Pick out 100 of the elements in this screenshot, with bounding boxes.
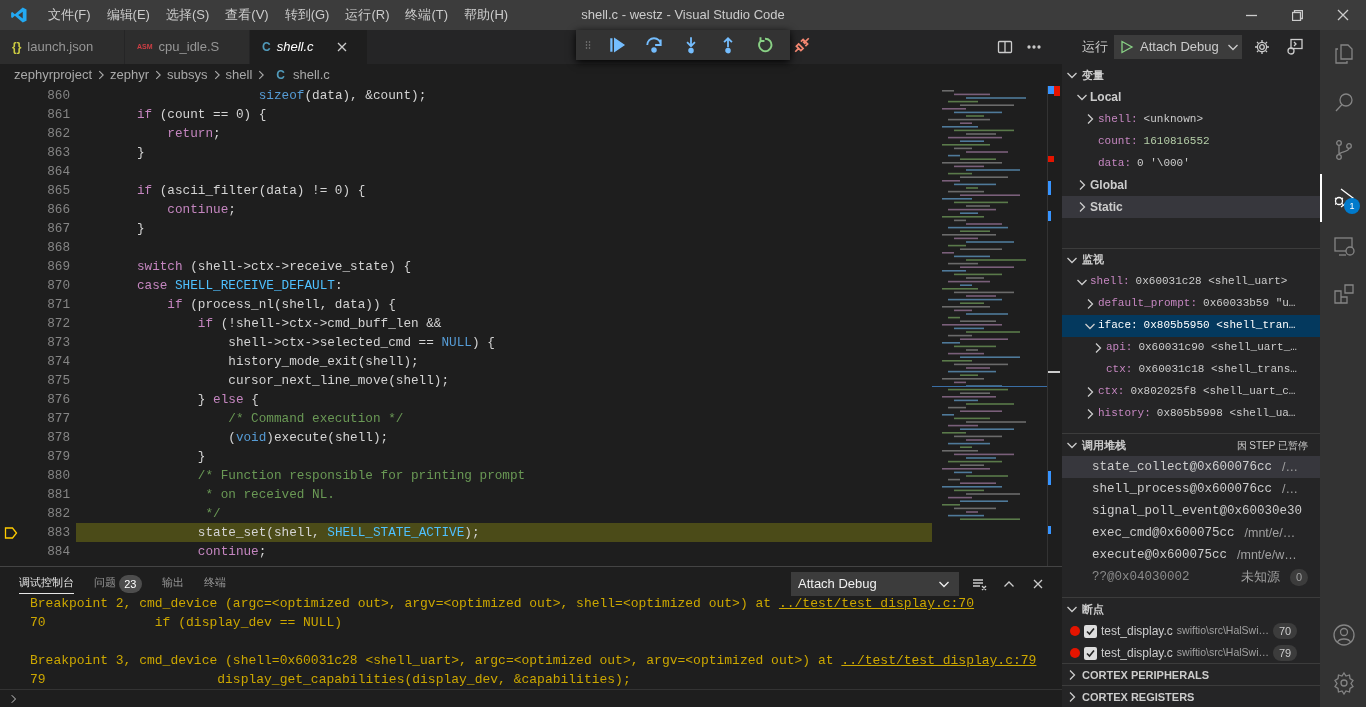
- restart-icon[interactable]: [756, 36, 774, 54]
- breadcrumb-item[interactable]: shell: [225, 65, 253, 85]
- line-badge: 79: [1273, 644, 1298, 662]
- line-number: 880: [46, 467, 70, 485]
- variable-name: ctx:: [1106, 362, 1133, 378]
- editor-tab[interactable]: C shell.c: [250, 30, 368, 64]
- count-badge: 23: [119, 574, 142, 594]
- notification-badge: 1: [1344, 198, 1360, 214]
- variable-value: 0x802025f8 <shell_uart_c…: [1130, 384, 1296, 400]
- editor-tab[interactable]: {} launch.json: [0, 30, 125, 64]
- scope-name: Global: [1090, 176, 1128, 194]
- step-over-icon[interactable]: [645, 36, 663, 54]
- code-line: if (ascii_filter(data) != 0) {: [135, 182, 367, 200]
- section-header[interactable]: CORTEX PERIPHERALS: [1062, 664, 1320, 686]
- section-header[interactable]: 调用堆栈 因 STEP 已暂停: [1062, 434, 1320, 457]
- code-line: history_mode_exit(shell);: [227, 353, 420, 371]
- stack-frame[interactable]: execute@0x600075cc /mnt/e/w…: [1062, 544, 1320, 567]
- frame-source: /…: [1282, 459, 1298, 477]
- menu-item[interactable]: 转到(G): [276, 0, 338, 30]
- remote-explorer-icon[interactable]: [1332, 234, 1356, 258]
- stack-frame[interactable]: state_collect@0x600076cc /…: [1062, 456, 1320, 479]
- checkbox[interactable]: [1084, 646, 1097, 660]
- settings-icon[interactable]: [1254, 38, 1270, 55]
- line-number: 864: [46, 163, 70, 181]
- line-number: 882: [46, 505, 70, 523]
- restore-icon[interactable]: [1291, 9, 1303, 21]
- section-header[interactable]: 监视: [1062, 248, 1320, 271]
- breadcrumb-item[interactable]: shell.c: [292, 65, 330, 85]
- checkbox[interactable]: [1084, 624, 1097, 638]
- file-link[interactable]: ../test/test_display.c:79: [841, 653, 1037, 668]
- window-title: shell.c - westz - Visual Studio Code: [581, 7, 785, 22]
- tab-label: cpu_idle.S: [158, 38, 220, 57]
- menu-item[interactable]: 终端(T): [397, 0, 457, 30]
- scope-name: Static: [1090, 198, 1123, 216]
- menu-item[interactable]: 帮助(H): [456, 0, 517, 30]
- files-icon[interactable]: [1332, 42, 1356, 66]
- line-number: 875: [46, 372, 70, 390]
- frame-source: /mnt/e/w…: [1237, 547, 1297, 565]
- console-dropdown[interactable]: Attach Debug: [791, 572, 959, 596]
- code-line: return;: [166, 125, 222, 143]
- variable-name: count:: [1098, 133, 1138, 149]
- line-number: 874: [46, 353, 70, 371]
- frame-source: 未知源: [1240, 569, 1280, 587]
- console-line: Breakpoint 2, cmd_device (argc=<optimized out>, argv=<optimized out>, shell=<optimized out>) at ../test/test_display.c:70: [30, 595, 975, 613]
- tree-row[interactable]: Static: [1062, 195, 1320, 218]
- breadcrumb-item[interactable]: zephyr: [110, 65, 150, 85]
- debug-config-dropdown[interactable]: Attach Debug: [1114, 34, 1242, 59]
- breadcrumb-item[interactable]: zephyrproject: [14, 65, 93, 85]
- breadcrumb-item[interactable]: subsys: [167, 65, 208, 85]
- line-number: 861: [46, 106, 70, 124]
- pause-status: 因 STEP 已暂停: [1236, 438, 1309, 453]
- section-title: CORTEX REGISTERS: [1082, 689, 1195, 705]
- clear-console-icon[interactable]: [972, 576, 988, 592]
- line-number: 867: [46, 220, 70, 238]
- menu-item[interactable]: 文件(F): [40, 0, 99, 30]
- stack-frame[interactable]: exec_cmd@0x600075cc /mnt/e/…: [1062, 522, 1320, 545]
- line-number: 877: [46, 410, 70, 428]
- variable-name: ctx:: [1098, 384, 1125, 400]
- console-line: Breakpoint 3, cmd_device (shell=0x60031c28 <shell_uart>, argc=<optimized out>, argv=<optimized out>) at ../test/test_display.c:79: [30, 652, 1038, 670]
- line-number: 878: [46, 429, 70, 447]
- console-line: 79 display_get_capabilities(display_dev, &capabilities);: [30, 671, 632, 689]
- line-number: 868: [46, 239, 70, 257]
- line-number: 870: [46, 277, 70, 295]
- menu-item[interactable]: 运行(R): [337, 0, 398, 30]
- section-header[interactable]: CORTEX REGISTERS: [1062, 686, 1320, 707]
- account-icon[interactable]: [1332, 623, 1356, 647]
- tree-row[interactable]: iface: 0x805b5950 <shell_tran…: [1062, 314, 1320, 337]
- code-line: switch (shell->ctx->receive_state) {: [135, 258, 412, 276]
- tab-label: launch.json: [27, 38, 94, 57]
- menu-item[interactable]: 选择(S): [157, 0, 218, 30]
- variable-name: shell:: [1090, 274, 1130, 290]
- debug-console-icon[interactable]: [1286, 37, 1304, 56]
- section-header[interactable]: 变量: [1062, 63, 1320, 86]
- extensions-icon[interactable]: [1332, 282, 1356, 306]
- variable-value: 1610816552: [1143, 133, 1210, 149]
- panel-tab[interactable]: 终端: [203, 573, 226, 595]
- panel-tab[interactable]: 调试控制台: [19, 573, 74, 595]
- file-type-icon: {}: [12, 38, 22, 56]
- stack-frame[interactable]: signal_poll_event@0x60030e30: [1062, 500, 1320, 523]
- disconnect-icon[interactable]: [793, 36, 811, 54]
- line-number: 883: [46, 524, 70, 542]
- file-link[interactable]: ../test/test_display.c:70: [778, 596, 974, 611]
- code-line: if (!shell->ctx->cmd_buff_len &&: [196, 315, 443, 333]
- section-header[interactable]: 断点: [1062, 598, 1320, 621]
- line-number: 866: [46, 201, 70, 219]
- menu-item[interactable]: 查看(V): [217, 0, 277, 30]
- line-number: 862: [46, 125, 70, 143]
- variable-name: data:: [1098, 155, 1131, 171]
- frame-name: signal_poll_event@0x60030e30: [1092, 503, 1303, 521]
- stack-frame[interactable]: shell_process@0x600076cc /…: [1062, 478, 1320, 501]
- panel-tab[interactable]: 输出: [161, 573, 184, 595]
- section-title: 断点: [1082, 601, 1104, 617]
- menu-item[interactable]: 编辑(E): [98, 0, 158, 30]
- continue-icon[interactable]: [608, 36, 626, 54]
- close-icon[interactable]: [1337, 9, 1349, 21]
- line-number: 869: [46, 258, 70, 276]
- run-debug-icon[interactable]: [1332, 186, 1356, 210]
- panel-tab[interactable]: 问题: [94, 573, 116, 595]
- variable-name: shell:: [1098, 111, 1138, 127]
- split-editor-icon[interactable]: [997, 39, 1013, 55]
